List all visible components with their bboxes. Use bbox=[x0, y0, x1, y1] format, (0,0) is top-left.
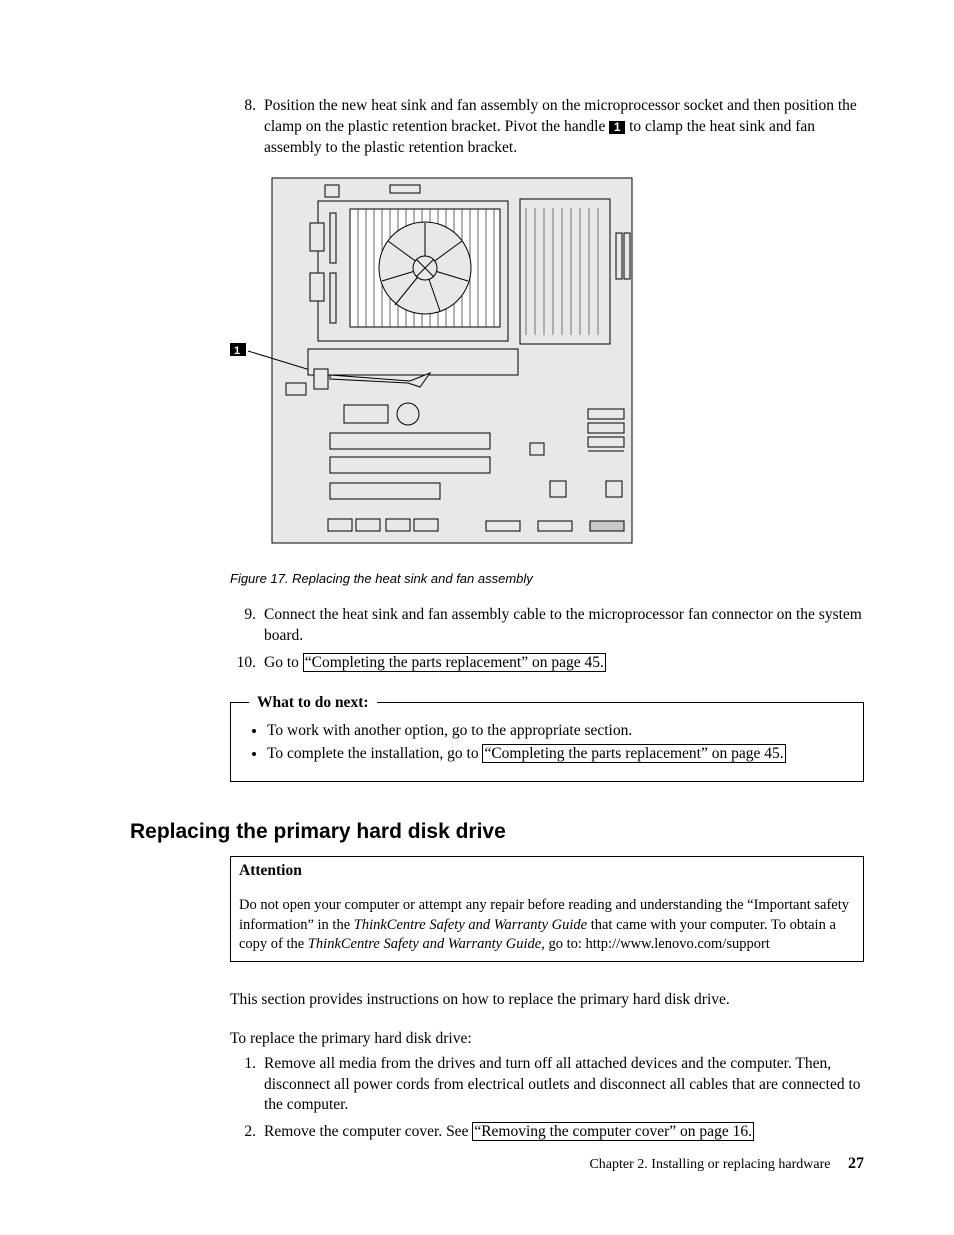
step-2: 2. Remove the computer cover. See “Remov… bbox=[230, 1122, 864, 1143]
step-1: 1. Remove all media from the drives and … bbox=[230, 1054, 864, 1117]
step-8: 8. Position the new heat sink and fan as… bbox=[230, 96, 864, 159]
step-number: 10. bbox=[230, 653, 264, 674]
callout-1-icon: 1 bbox=[609, 121, 625, 134]
step-number: 9. bbox=[230, 605, 264, 647]
attention-box: Attention Do not open your computer or a… bbox=[230, 856, 864, 962]
step-body: Position the new heat sink and fan assem… bbox=[264, 96, 864, 159]
attention-body: Do not open your computer or attempt any… bbox=[231, 896, 863, 961]
attention-italic-b: ThinkCentre Safety and Warranty Guide bbox=[308, 936, 541, 952]
wtd-item: To work with another option, go to the a… bbox=[267, 721, 847, 742]
step-body: Go to “Completing the parts replacement”… bbox=[264, 653, 864, 674]
heat-sink-fan-diagram: 1 bbox=[230, 173, 660, 553]
step-number: 2. bbox=[230, 1122, 264, 1143]
step-list-a: 8. Position the new heat sink and fan as… bbox=[230, 96, 864, 159]
step-number: 1. bbox=[230, 1054, 264, 1117]
wtd-item: To complete the installation, go to “Com… bbox=[267, 744, 847, 765]
what-to-do-next-legend: What to do next: bbox=[249, 693, 377, 714]
step-list-b: 9. Connect the heat sink and fan assembl… bbox=[230, 605, 864, 674]
step-number: 8. bbox=[230, 96, 264, 159]
footer-page-number: 27 bbox=[848, 1155, 864, 1172]
step-text: Go to bbox=[264, 654, 303, 671]
step-10: 10. Go to “Completing the parts replacem… bbox=[230, 653, 864, 674]
section-intro: This section provides instructions on ho… bbox=[230, 990, 864, 1011]
step-body: Remove all media from the drives and tur… bbox=[264, 1054, 864, 1117]
attention-title: Attention bbox=[231, 857, 863, 896]
page: 8. Position the new heat sink and fan as… bbox=[0, 0, 954, 1235]
svg-text:1: 1 bbox=[234, 345, 240, 357]
step-list-c: 1. Remove all media from the drives and … bbox=[230, 1054, 864, 1144]
section-lead: To replace the primary hard disk drive: bbox=[230, 1029, 864, 1050]
wtd-text: To complete the installation, go to bbox=[267, 745, 482, 762]
xref-link[interactable]: “Completing the parts replacement” on pa… bbox=[482, 744, 785, 763]
footer-chapter: Chapter 2. Installing or replacing hardw… bbox=[589, 1157, 830, 1172]
step-body: Remove the computer cover. See “Removing… bbox=[264, 1122, 864, 1143]
attention-text-c: , go to: http://www.lenovo.com/support bbox=[541, 936, 770, 952]
figure-caption: Figure 17. Replacing the heat sink and f… bbox=[230, 570, 864, 588]
attention-italic-a: ThinkCentre Safety and Warranty Guide bbox=[354, 917, 587, 933]
step-9: 9. Connect the heat sink and fan assembl… bbox=[230, 605, 864, 647]
page-footer: Chapter 2. Installing or replacing hardw… bbox=[589, 1153, 864, 1175]
xref-link[interactable]: “Completing the parts replacement” on pa… bbox=[303, 653, 606, 672]
xref-link[interactable]: “Removing the computer cover” on page 16… bbox=[472, 1122, 754, 1141]
step-text: Remove the computer cover. See bbox=[264, 1123, 472, 1140]
step-body: Connect the heat sink and fan assembly c… bbox=[264, 605, 864, 647]
section-title: Replacing the primary hard disk drive bbox=[130, 818, 864, 846]
figure-17: 1 bbox=[230, 173, 864, 587]
wtd-text: To work with another option, go to the a… bbox=[267, 722, 632, 739]
what-to-do-next-box: What to do next: To work with another op… bbox=[230, 702, 864, 782]
